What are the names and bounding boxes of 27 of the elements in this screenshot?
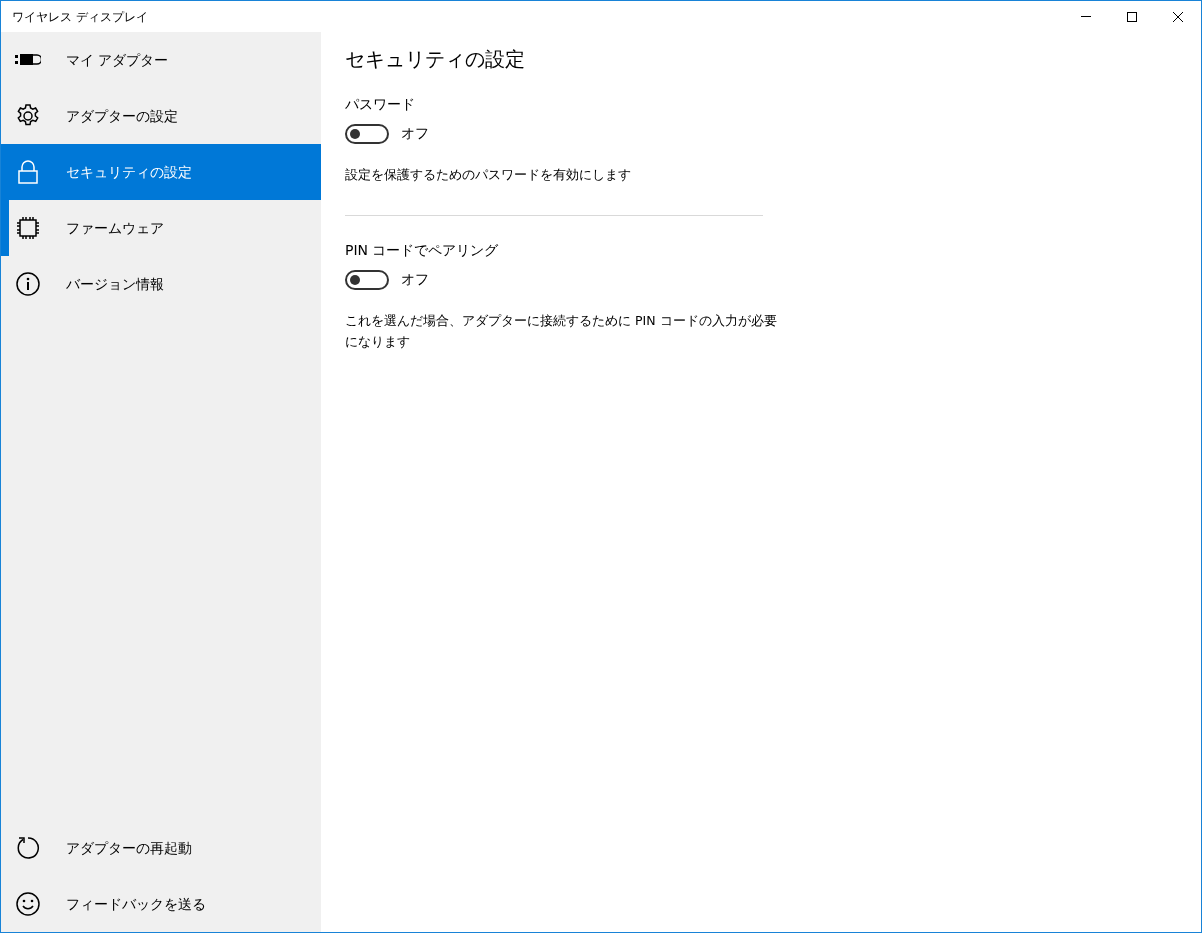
minimize-icon: [1081, 16, 1091, 17]
toggle-switch[interactable]: [345, 123, 389, 144]
setting-description: 設定を保護するためのパスワードを有効にします: [345, 166, 632, 184]
nav-item[interactable]: マイ アダプター: [1, 32, 321, 88]
smiley-icon: [16, 892, 40, 916]
adapter-icon: [15, 53, 41, 67]
setting-description: これを選んだ場合、アダプターに接続するために PIN コードの入力が必要になります: [345, 312, 778, 351]
nav-item[interactable]: ファームウェア: [1, 200, 321, 256]
lock-icon: [18, 160, 38, 184]
info-icon: [16, 272, 40, 296]
nav-item[interactable]: バージョン情報: [1, 256, 321, 312]
page-title: セキュリティの設定: [345, 46, 526, 73]
nav-item[interactable]: アダプターの再起動: [1, 820, 321, 876]
window-title: ワイヤレス ディスプレイ: [12, 8, 148, 26]
chip-icon: [16, 216, 40, 240]
nav-item[interactable]: フィードバックを送る: [1, 876, 321, 932]
maximize-icon: [1127, 11, 1137, 22]
nav-item[interactable]: アダプターの設定: [1, 88, 321, 144]
restart-icon: [16, 836, 40, 860]
nav-item[interactable]: セキュリティの設定: [1, 144, 321, 200]
toggle-state: オフ: [401, 124, 429, 143]
toggle-switch[interactable]: [345, 269, 389, 290]
setting-label: パスワード: [345, 95, 416, 114]
setting-label: PIN コードでペアリング: [345, 241, 500, 260]
settings-icon: [16, 104, 40, 128]
close-icon: [1173, 11, 1183, 22]
toggle-state: オフ: [401, 270, 429, 289]
